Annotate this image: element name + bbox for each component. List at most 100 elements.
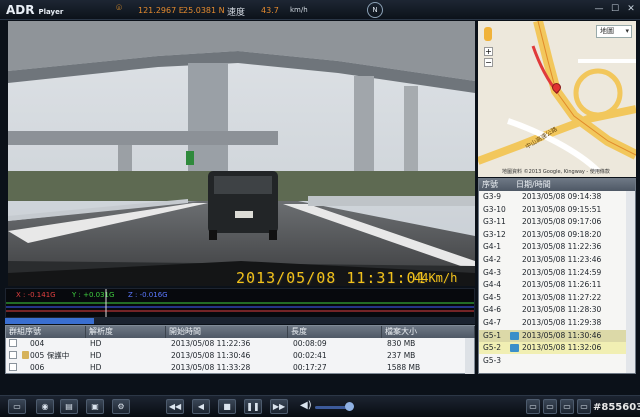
- open-folder-button[interactable]: ▭: [8, 399, 26, 414]
- list-scrollbar[interactable]: [626, 191, 635, 373]
- video-datetime-overlay: 2013/05/08 11:31:01: [236, 269, 427, 286]
- list-item[interactable]: G3-12 2013/05/08 09:18:20: [479, 229, 627, 241]
- video-speed-overlay: 44Km/h: [414, 271, 458, 285]
- gsensor-graph: X : -0.141G Y : +0.031G Z : -0.016G: [5, 288, 475, 318]
- map-canvas: [478, 21, 636, 177]
- playback-progress-fill: [5, 318, 95, 324]
- cell-group: 004: [30, 339, 45, 348]
- list-item-id: G3-12: [483, 229, 506, 239]
- title-bar: ADR Player ⌾ 121.2967 E 25.0381 N 速度 43.7…: [0, 0, 640, 20]
- pause-button[interactable]: ❚❚: [244, 399, 262, 414]
- cell-len: 00:08:09: [293, 339, 327, 348]
- col-header-resolution[interactable]: 解析度: [86, 326, 166, 338]
- speed-unit: km/h: [290, 6, 308, 14]
- list-item-datetime: 2013/05/08 11:32:06: [522, 343, 602, 353]
- table-row[interactable]: 006 HD 2013/05/08 11:33:28 00:17:27 1588 MB: [6, 362, 466, 373]
- cell-group: 006: [30, 363, 45, 372]
- stop-button[interactable]: ■: [218, 399, 236, 414]
- map-view[interactable]: + − 地圖 ▾ 中山高速公路 地圖資料 ©2013 Google, Kingwa…: [478, 21, 636, 177]
- list-item[interactable]: G4-6 2013/05/08 11:28:30: [479, 304, 627, 316]
- col-header-length[interactable]: 長度: [288, 326, 382, 338]
- cell-size: 237 MB: [387, 351, 416, 360]
- table-row[interactable]: 005 保護中 HD 2013/05/08 11:30:46 00:02:41 237 …: [6, 350, 466, 361]
- settings-button[interactable]: ⚙: [112, 399, 130, 414]
- cell-start: 2013/05/08 11:22:36: [171, 339, 251, 348]
- list-item[interactable]: G3-9 2013/05/08 09:14:38: [479, 191, 627, 203]
- camera-icon: [510, 344, 519, 353]
- view-mode-1-button[interactable]: ▭: [526, 399, 540, 414]
- table-row[interactable]: 004 HD 2013/05/08 11:22:36 00:08:09 830 MB: [6, 338, 466, 349]
- view-mode-2-button[interactable]: ▭: [543, 399, 557, 414]
- camera-icon: [510, 331, 519, 340]
- map-type-select[interactable]: 地圖 ▾: [596, 25, 632, 38]
- compass-icon: N: [367, 2, 383, 18]
- map-zoom-in-button[interactable]: +: [484, 47, 493, 56]
- list-item-datetime: 2013/05/08 11:24:59: [522, 267, 602, 277]
- list-item-datetime: 2013/05/08 11:26:11: [522, 280, 602, 290]
- cell-start: 2013/05/08 11:30:46: [171, 351, 251, 360]
- watermark: #855603: [593, 402, 640, 413]
- list-item[interactable]: G4-4 2013/05/08 11:26:11: [479, 279, 627, 291]
- snapshot-button[interactable]: ◉: [36, 399, 54, 414]
- list-item[interactable]: G5-2 2013/05/08 11:32:06: [479, 342, 627, 355]
- control-bar: ▭ ◉ ▤ ▣ ⚙ ◀◀ ◀ ■ ❚❚ ▶▶ ◀) ▭ ▭ ▭ ▭: [0, 395, 640, 417]
- table-scrollbar[interactable]: [465, 338, 474, 374]
- minimize-icon[interactable]: —: [593, 3, 605, 15]
- lock-icon: [22, 351, 29, 359]
- app-logo: ADR Player: [6, 3, 64, 17]
- rewind-button[interactable]: ◀◀: [166, 399, 184, 414]
- row-checkbox[interactable]: [9, 363, 17, 371]
- list-item-datetime: 2013/05/08 09:15:51: [522, 204, 602, 214]
- map-pegman-icon[interactable]: [484, 27, 492, 41]
- close-icon[interactable]: ✕: [625, 3, 637, 15]
- list-item-id: G5-3: [483, 355, 502, 365]
- longitude-value: 121.2967 E: [138, 6, 184, 15]
- col-header-start-time[interactable]: 開始時間: [166, 326, 288, 338]
- step-back-button[interactable]: ◀: [192, 399, 210, 414]
- list-item[interactable]: G3-10 2013/05/08 09:15:51: [479, 204, 627, 216]
- list-item[interactable]: G4-1 2013/05/08 11:22:36: [479, 241, 627, 253]
- list-item-datetime: 2013/05/08 11:23:46: [522, 255, 602, 264]
- print-button[interactable]: ▤: [60, 399, 78, 414]
- list-item[interactable]: G5-1 2013/05/08 11:30:46: [479, 329, 627, 342]
- list-item-id: G3-9: [483, 192, 502, 201]
- maximize-icon[interactable]: ☐: [609, 3, 621, 15]
- volume-slider-knob[interactable]: [345, 402, 354, 411]
- video-view[interactable]: 2013/05/08 11:31:01 44Km/h: [8, 21, 475, 286]
- list-header-id[interactable]: 序號: [479, 179, 513, 191]
- view-mode-3-button[interactable]: ▭: [560, 399, 574, 414]
- cell-size: 1588 MB: [387, 363, 421, 372]
- col-header-size[interactable]: 檔案大小: [382, 326, 475, 338]
- list-item[interactable]: G4-5 2013/05/08 11:27:22: [479, 292, 627, 304]
- cell-res: HD: [90, 363, 102, 372]
- playback-progress-bar[interactable]: [5, 318, 475, 324]
- list-item-datetime: 2013/05/08 11:22:36: [522, 242, 602, 252]
- group-table: 群組序號 解析度 開始時間 長度 檔案大小 004 HD 2013/05/08 11…: [5, 325, 475, 374]
- col-header-group[interactable]: 群組序號: [6, 326, 86, 338]
- app-window: ADR Player ⌾ 121.2967 E 25.0381 N 速度 43.7…: [0, 0, 640, 417]
- map-zoom-out-button[interactable]: −: [484, 58, 493, 67]
- list-item[interactable]: G4-7 2013/05/08 11:29:38: [479, 317, 627, 329]
- list-item-id: G4-6: [483, 305, 502, 315]
- list-item[interactable]: G3-11 2013/05/08 09:17:06: [479, 216, 627, 228]
- list-item-id: G4-1: [483, 242, 502, 252]
- cell-res: HD: [90, 351, 102, 360]
- view-mode-4-button[interactable]: ▭: [577, 399, 591, 414]
- list-item-datetime: 2013/05/08 11:27:22: [522, 292, 602, 302]
- clip-list: 序號 日期/時間 G3-9 2013/05/08 09:14:38 G3-10 201…: [478, 178, 636, 374]
- volume-icon[interactable]: ◀): [300, 400, 312, 411]
- list-item[interactable]: G5-3: [479, 355, 627, 367]
- row-checkbox[interactable]: [9, 351, 17, 359]
- row-checkbox[interactable]: [9, 339, 17, 347]
- fast-forward-button[interactable]: ▶▶: [270, 399, 288, 414]
- gsensor-waves: [6, 289, 474, 317]
- chevron-down-icon: ▾: [625, 27, 629, 35]
- list-header-datetime[interactable]: 日期/時間: [513, 179, 635, 191]
- list-item-id: G5-1: [483, 330, 502, 340]
- cell-group: 005 保護中: [30, 351, 70, 360]
- list-item-datetime: 2013/05/08 11:28:30: [522, 305, 602, 315]
- cell-len: 00:17:27: [293, 363, 327, 372]
- list-item[interactable]: G4-2 2013/05/08 11:23:46: [479, 254, 627, 266]
- save-button[interactable]: ▣: [86, 399, 104, 414]
- list-item[interactable]: G4-3 2013/05/08 11:24:59: [479, 267, 627, 279]
